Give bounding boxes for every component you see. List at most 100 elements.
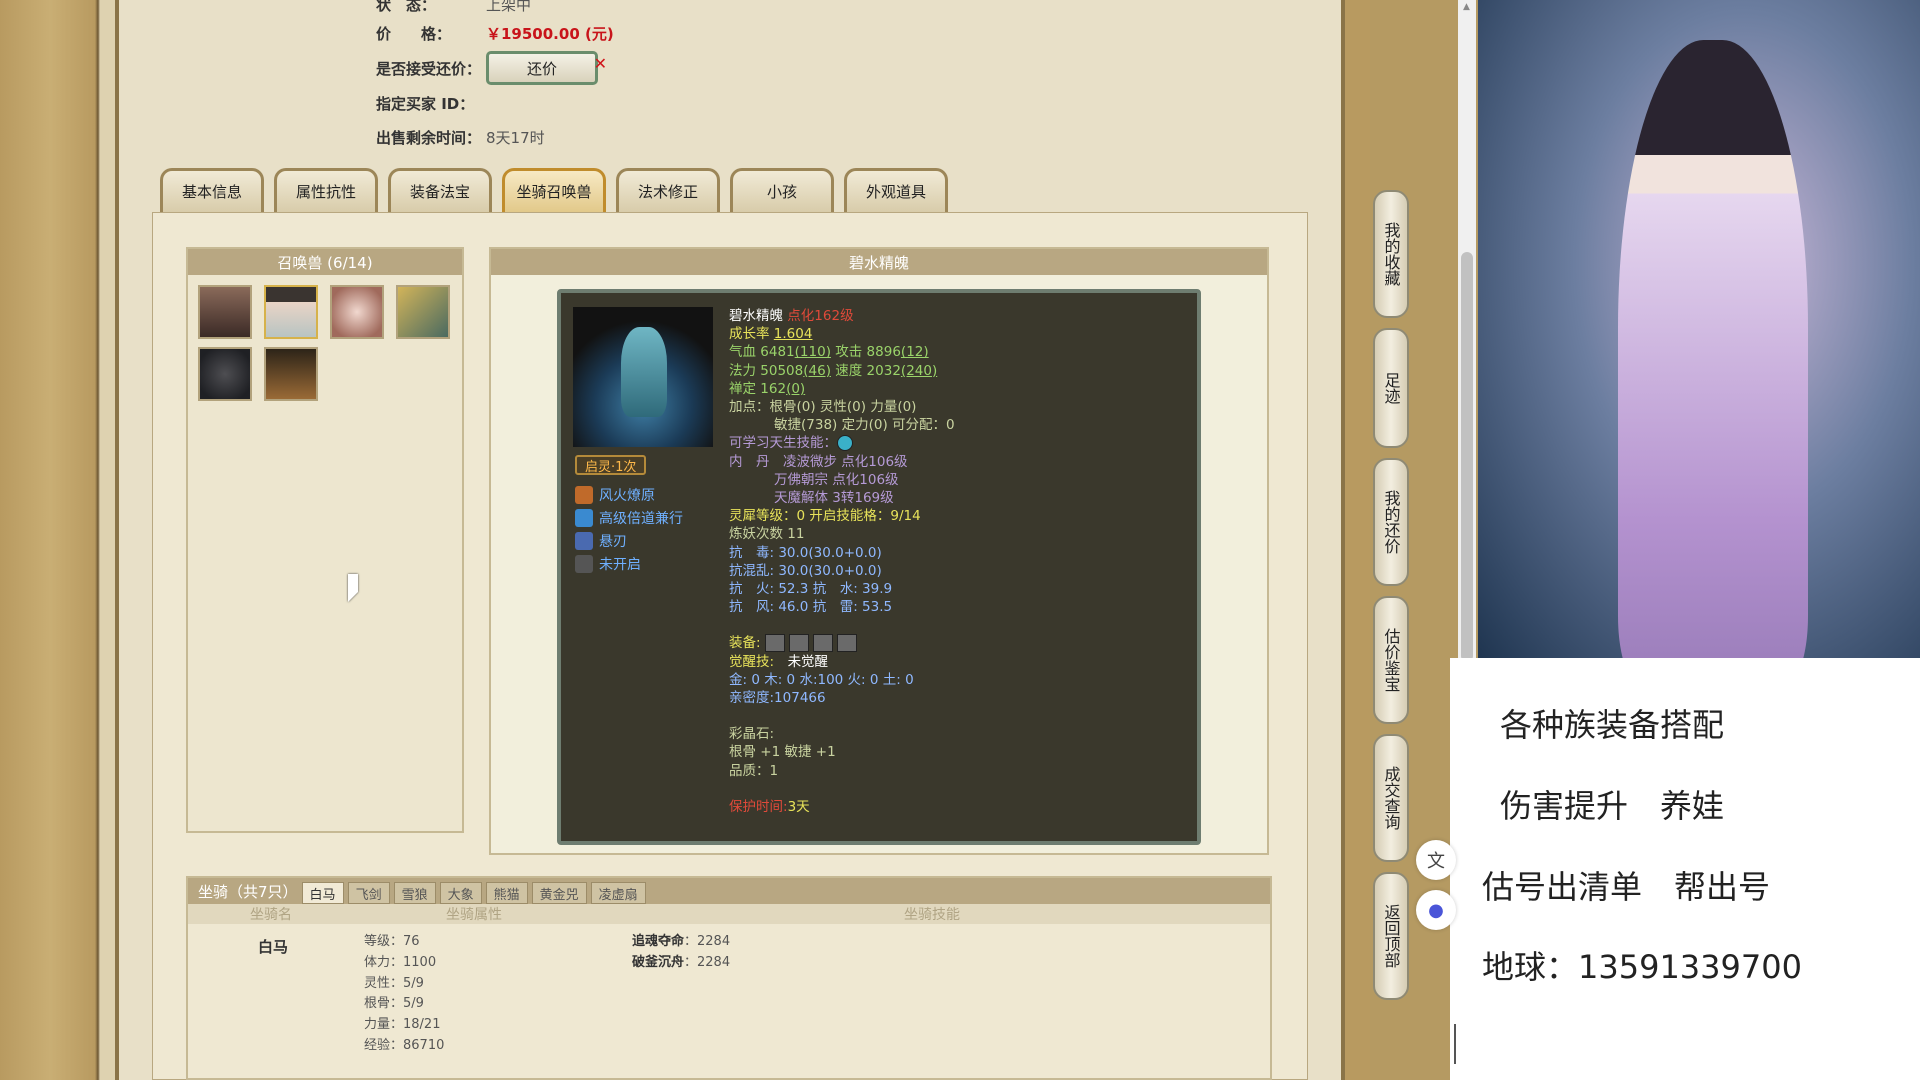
mount-tab[interactable]: 雪狼 — [393, 882, 436, 904]
promo-line-3: 估号出清单 帮出号 — [1482, 868, 1771, 906]
col-mount-name: 坐骑名 — [250, 907, 292, 923]
resist-wind-thunder: 抗 风: 46.0 抗 雷: 53.5 — [729, 599, 893, 616]
ornament-icon[interactable] — [836, 634, 857, 653]
side-nav: 我的收藏 足迹 我的还价 估价鉴宝 成交查询 返回顶部 — [1373, 190, 1409, 1010]
wing-skill-icon — [575, 508, 593, 527]
nav-back-to-top-label: 返回顶部 — [1381, 904, 1401, 968]
tab-spell-mods[interactable]: 法术修正 — [616, 168, 720, 212]
price-row: 价 格： ￥19500.00 (元) — [376, 23, 614, 44]
summons-grid — [188, 275, 462, 411]
summon-figure — [621, 327, 667, 417]
summon-stats: 碧水精魄 点化162级 成长率 1.604 气血 6481(110) 攻击 88… — [729, 307, 955, 816]
bargain-button-label: 还价 — [526, 59, 557, 78]
mount-tab[interactable]: 飞剑 — [347, 882, 390, 904]
mount-name: 白马 — [258, 938, 289, 956]
summon-thumb[interactable] — [198, 285, 252, 339]
tab-attributes[interactable]: 属性抗性 — [274, 168, 378, 212]
mount-tab[interactable]: 黄金兕 — [531, 882, 587, 904]
summon-name: 碧水精魄 — [729, 308, 783, 324]
nav-my-bargains-label: 我的还价 — [1381, 490, 1401, 554]
tab-appearance[interactable]: 外观道具 — [844, 168, 948, 212]
scroll-thumb[interactable] — [1461, 252, 1473, 662]
nav-favorites[interactable]: 我的收藏 — [1373, 190, 1409, 318]
collar-icon[interactable] — [764, 634, 785, 653]
promo-character-image — [1478, 0, 1920, 658]
armor-icon[interactable] — [788, 634, 809, 653]
zen-bonus: (0) — [786, 380, 806, 397]
col-mount-skill: 坐骑技能 — [904, 907, 960, 923]
mp-bonus: (46) — [803, 362, 831, 379]
nav-transactions[interactable]: 成交查询 — [1373, 734, 1409, 862]
translate-icon[interactable]: 文 — [1416, 840, 1456, 880]
nav-footprints[interactable]: 足迹 — [1373, 328, 1409, 448]
promo-line-1: 各种族装备搭配 — [1500, 706, 1725, 744]
summon-thumb[interactable] — [330, 285, 384, 339]
close-icon[interactable]: ✕ — [594, 54, 607, 73]
summon-thumb[interactable] — [198, 347, 252, 401]
summon-level: 点化162级 — [787, 308, 854, 324]
mount-tab[interactable]: 凌虚扇 — [590, 882, 646, 904]
element-line: 金: 0 木: 0 水:100 火: 0 土: 0 — [729, 671, 914, 688]
summon-thumb-selected[interactable] — [264, 285, 318, 339]
page-border-right — [1345, 0, 1370, 1080]
remaining-label: 出售剩余时间： — [376, 129, 482, 147]
skill-list: 风火燎原 高级倍道兼行 悬刃 未开启 — [575, 483, 683, 575]
resist-chaos: 抗混乱: 30.0(30.0+0.0) — [729, 562, 882, 579]
neidan-1: 凌波微步 点化106级 — [783, 453, 908, 470]
neidan-2: 万佛朝宗 点化106级 — [774, 471, 899, 488]
lingxi-line: 灵犀等级：0 开启技能格：9/14 — [729, 508, 921, 525]
tab-basic-info[interactable]: 基本信息 — [160, 168, 264, 212]
speed-bonus: (240) — [900, 362, 938, 379]
bargain-button[interactable]: 还价 ✕ — [486, 51, 607, 85]
tab-equipment[interactable]: 装备法宝 — [388, 168, 492, 212]
assistant-icon[interactable]: ● — [1416, 890, 1456, 930]
promo-line-2: 伤害提升 养娃 — [1500, 787, 1725, 825]
skill-item[interactable]: 风火燎原 — [575, 483, 683, 506]
price-label: 价 格： — [376, 25, 452, 43]
tab-bar: 基本信息 属性抗性 装备法宝 坐骑召唤兽 法术修正 小孩 外观道具 — [160, 168, 948, 212]
nav-appraisal-label: 估价鉴宝 — [1381, 628, 1401, 692]
growth-label: 成长率 — [729, 326, 770, 343]
nav-my-bargains[interactable]: 我的还价 — [1373, 458, 1409, 586]
tab-mounts-summons[interactable]: 坐骑召唤兽 — [502, 168, 606, 212]
atk-stat: 攻击 8896 — [835, 344, 901, 361]
speed-stat: 速度 2032 — [835, 362, 901, 379]
mount-attr: 体力：1100 — [364, 954, 437, 970]
resist-fire-water: 抗 火: 52.3 抗 水: 39.9 — [729, 581, 893, 598]
remaining-row: 出售剩余时间： 8天17时 — [376, 127, 545, 148]
hp-bonus: (110) — [794, 344, 831, 361]
locked-skill-icon — [575, 554, 593, 573]
points-line-2: 敏捷(738) 定力(0) 可分配：0 — [774, 417, 955, 434]
skill-label: 风火燎原 — [599, 487, 655, 504]
summon-thumb[interactable] — [264, 347, 318, 401]
mount-table-header: 坐骑名 坐骑属性 坐骑技能 — [188, 904, 1270, 924]
skill-label: 未开启 — [599, 556, 641, 573]
summons-panel: 召唤兽 (6/14) — [186, 247, 464, 833]
neidan-label: 内 丹 — [729, 453, 770, 470]
summons-panel-title: 召唤兽 (6/14) — [188, 249, 462, 275]
skill-item[interactable]: 悬刃 — [575, 529, 683, 552]
mount-tab-bar: 坐骑（共7只） 白马 飞剑 雪狼 大象 熊猫 黄金兕 凌虚扇 — [188, 878, 1270, 904]
nav-back-to-top[interactable]: 返回顶部 — [1373, 872, 1409, 1000]
tab-children[interactable]: 小孩 — [730, 168, 834, 212]
price-value: ￥19500.00 (元) — [486, 25, 614, 43]
mount-tab[interactable]: 熊猫 — [485, 882, 528, 904]
points-line-1: 加点：根骨(0) 灵性(0) 力量(0) — [729, 399, 917, 416]
remaining-value: 8天17时 — [486, 129, 545, 147]
charm-icon[interactable] — [812, 634, 833, 653]
skill-item[interactable]: 高级倍道兼行 — [575, 506, 683, 529]
intimacy-line: 亲密度:107466 — [729, 690, 826, 707]
mount-attributes: 等级：76 体力：1100 灵性：5/9 根骨：5/9 力量：18/21 经验：… — [364, 932, 444, 1057]
lianyao-line: 炼妖次数 11 — [729, 526, 805, 543]
summon-thumb[interactable] — [396, 285, 450, 339]
crystal-label: 彩晶石: — [729, 726, 775, 743]
skill-item-locked[interactable]: 未开启 — [575, 552, 683, 575]
skill-label: 高级倍道兼行 — [599, 510, 683, 527]
water-skill-icon[interactable] — [837, 435, 853, 452]
fire-skill-icon — [575, 485, 593, 504]
nav-appraisal[interactable]: 估价鉴宝 — [1373, 596, 1409, 724]
scroll-up-icon[interactable]: ▲ — [1463, 2, 1470, 12]
mount-tab[interactable]: 大象 — [439, 882, 482, 904]
mount-title: 坐骑（共7只） — [198, 882, 298, 901]
mount-tab[interactable]: 白马 — [301, 882, 344, 904]
